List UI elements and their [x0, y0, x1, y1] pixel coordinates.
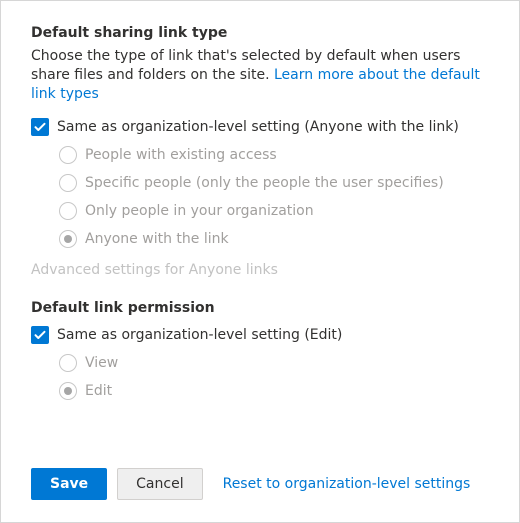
- sharing-settings-panel: Default sharing link type Choose the typ…: [0, 0, 520, 523]
- footer-actions: Save Cancel Reset to organization-level …: [31, 468, 470, 500]
- link-permission-radio-group: View Edit: [59, 354, 489, 400]
- link-type-same-as-org-checkbox-row[interactable]: Same as organization-level setting (Anyo…: [31, 118, 489, 136]
- reset-to-org-link[interactable]: Reset to organization-level settings: [223, 476, 471, 492]
- radio-label: People with existing access: [85, 147, 277, 163]
- radio-label: Edit: [85, 383, 112, 399]
- advanced-anyone-links: Advanced settings for Anyone links: [31, 262, 489, 278]
- link-permission-same-as-org-checkbox-row[interactable]: Same as organization-level setting (Edit…: [31, 326, 489, 344]
- radio-icon: [59, 146, 77, 164]
- radio-label: Only people in your organization: [85, 203, 314, 219]
- radio-icon: [59, 354, 77, 372]
- link-type-option-existing-access[interactable]: People with existing access: [59, 146, 489, 164]
- link-type-option-anyone-with-link[interactable]: Anyone with the link: [59, 230, 489, 248]
- checkbox-checked-icon: [31, 118, 49, 136]
- link-type-radio-group: People with existing access Specific peo…: [59, 146, 489, 248]
- save-button[interactable]: Save: [31, 468, 107, 500]
- radio-icon: [59, 382, 77, 400]
- link-permission-heading: Default link permission: [31, 300, 489, 316]
- checkbox-checked-icon: [31, 326, 49, 344]
- link-type-same-as-org-label: Same as organization-level setting (Anyo…: [57, 119, 459, 135]
- radio-label: Specific people (only the people the use…: [85, 175, 444, 191]
- link-permission-same-as-org-label: Same as organization-level setting (Edit…: [57, 327, 342, 343]
- link-permission-option-view[interactable]: View: [59, 354, 489, 372]
- radio-icon: [59, 230, 77, 248]
- link-type-heading: Default sharing link type: [31, 25, 489, 41]
- radio-label: View: [85, 355, 118, 371]
- link-permission-option-edit[interactable]: Edit: [59, 382, 489, 400]
- radio-icon: [59, 202, 77, 220]
- radio-label: Anyone with the link: [85, 231, 229, 247]
- link-type-description: Choose the type of link that's selected …: [31, 47, 489, 104]
- link-type-option-specific-people[interactable]: Specific people (only the people the use…: [59, 174, 489, 192]
- radio-icon: [59, 174, 77, 192]
- cancel-button[interactable]: Cancel: [117, 468, 202, 500]
- link-type-option-people-in-org[interactable]: Only people in your organization: [59, 202, 489, 220]
